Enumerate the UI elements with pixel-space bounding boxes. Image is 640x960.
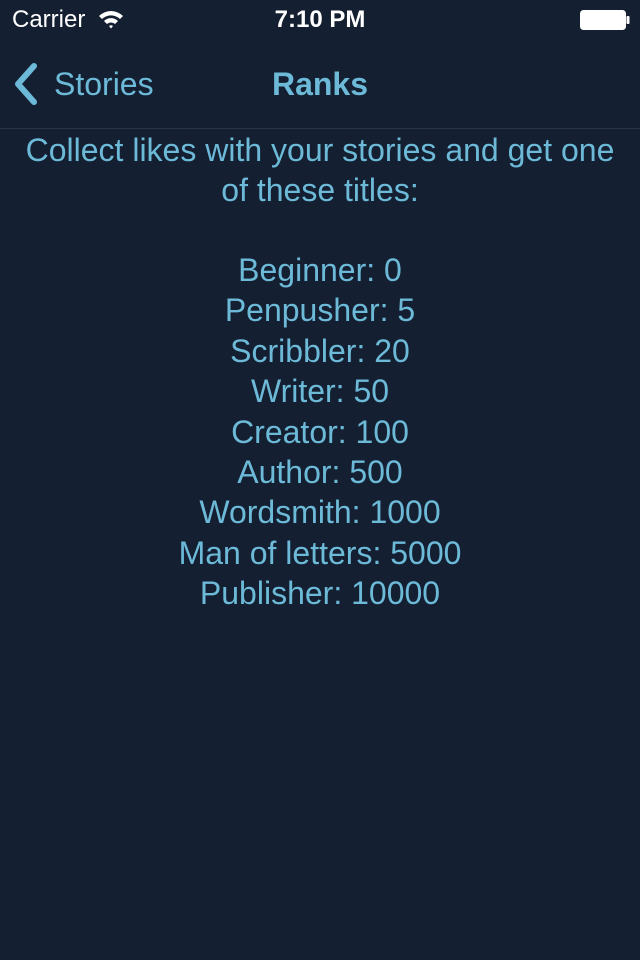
back-button[interactable]: Stories: [12, 60, 154, 108]
chevron-left-icon: [15, 63, 37, 105]
navigation-bar: Ranks Stories: [0, 40, 640, 129]
rank-item-wordsmith: Wordsmith: 1000: [199, 494, 441, 531]
rank-item-penpusher: Penpusher: 5: [224, 292, 416, 329]
rank-item-beginner: Beginner: 0: [238, 252, 402, 288]
ranks-content: Collect likes with your stories and get …: [20, 130, 620, 614]
battery-icon: [580, 10, 630, 30]
rank-item-publisher: Publisher: 10000: [199, 575, 441, 612]
rank-item-writer: Writer: 50: [250, 373, 390, 410]
rank-item-creator: Creator: 100: [231, 413, 409, 450]
clock: 7:10 PM: [274, 6, 366, 33]
intro-text: Collect likes with your stories and get …: [25, 132, 615, 208]
status-bar: Carrier 7:10 PM: [0, 0, 640, 40]
rank-item-author: Author: 500: [237, 454, 403, 491]
ranks-list: Beginner: 0 Penpusher: 5 Scribbler: 20 W…: [20, 250, 620, 614]
rank-item-scribbler: Scribbler: 20: [230, 332, 410, 369]
rank-item-man-of-letters: Man of letters: 5000: [178, 534, 462, 571]
back-button-label: Stories: [54, 65, 154, 102]
